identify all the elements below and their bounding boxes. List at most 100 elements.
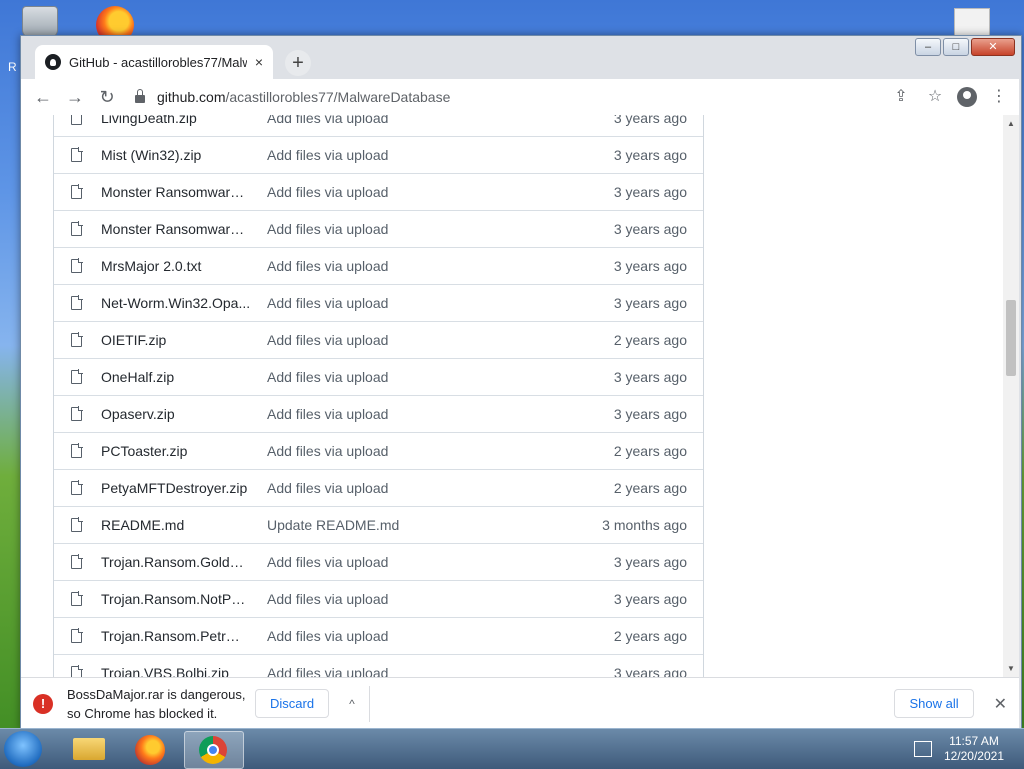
file-name-link[interactable]: Trojan.Ransom.PetrWr... [101, 628, 251, 644]
discard-button[interactable]: Discard [255, 689, 330, 718]
bookmark-star-icon[interactable]: ☆ [923, 85, 947, 109]
file-row[interactable]: PetyaMFTDestroyer.zip Add files via uploa… [54, 469, 703, 506]
file-name-link[interactable]: README.md [101, 517, 251, 533]
file-name-link[interactable]: Monster Ransomware ... [101, 184, 251, 200]
tab-close-icon[interactable]: × [255, 54, 263, 70]
maximize-button[interactable]: □ [943, 38, 969, 56]
file-row[interactable]: README.md Update README.md 3 months ago [54, 506, 703, 543]
commit-message-link[interactable]: Add files via upload [267, 554, 614, 570]
download-shelf: ! BossDaMajor.rar is dangerous, so Chrom… [21, 677, 1019, 729]
file-row[interactable]: LivingDeath.zip Add files via upload 3 yea… [54, 115, 703, 136]
file-row[interactable]: OIETIF.zip Add files via upload 2 years ag… [54, 321, 703, 358]
scroll-up-arrow-icon[interactable]: ▲ [1007, 119, 1015, 128]
commit-age: 3 years ago [613, 115, 687, 126]
commit-message-link[interactable]: Add files via upload [267, 480, 614, 496]
file-row[interactable]: Trojan.Ransom.Golden... Add files via upl… [54, 543, 703, 580]
commit-message-link[interactable]: Add files via upload [267, 184, 614, 200]
commit-age: 3 years ago [613, 258, 687, 274]
vertical-scrollbar[interactable]: ▲ ▼ [1003, 115, 1019, 677]
commit-message-link[interactable]: Add files via upload [267, 221, 614, 237]
file-row[interactable]: PCToaster.zip Add files via upload 2 years… [54, 432, 703, 469]
minimize-button[interactable]: – [915, 38, 941, 56]
file-icon [71, 443, 83, 458]
file-name-link[interactable]: LivingDeath.zip [101, 115, 251, 126]
file-row[interactable]: Opaserv.zip Add files via upload 3 years a… [54, 395, 703, 432]
taskbar-chrome[interactable] [184, 731, 244, 769]
file-name-link[interactable]: Net-Worm.Win32.Opa... [101, 295, 251, 311]
file-icon [71, 554, 83, 569]
recycle-bin-icon[interactable] [22, 6, 58, 38]
back-button[interactable]: ← [29, 83, 57, 111]
show-all-button[interactable]: Show all [894, 689, 974, 718]
file-name-link[interactable]: OneHalf.zip [101, 369, 251, 385]
file-icon [71, 221, 83, 236]
commit-message-link[interactable]: Add files via upload [267, 665, 614, 677]
commit-age: 3 years ago [613, 406, 687, 422]
start-button[interactable] [4, 731, 42, 767]
commit-message-link[interactable]: Add files via upload [267, 332, 614, 348]
scroll-down-arrow-icon[interactable]: ▼ [1007, 664, 1015, 673]
forward-button[interactable]: → [61, 83, 89, 111]
file-row[interactable]: Trojan.Ransom.NotPet... Add files via upl… [54, 580, 703, 617]
download-warning-line1: BossDaMajor.rar is dangerous, [67, 686, 246, 702]
browser-toolbar: ← → ↻ github.com /acastillorobles77/Malw… [21, 79, 1019, 115]
new-tab-button[interactable]: + [285, 50, 311, 76]
window-controls: – □ ✕ [915, 38, 1015, 56]
share-icon[interactable]: ⇪ [889, 85, 913, 109]
file-row[interactable]: OneHalf.zip Add files via upload 3 years a… [54, 358, 703, 395]
toolbar-actions: ⇪ ☆ ⋮ [889, 85, 1011, 109]
commit-message-link[interactable]: Add files via upload [267, 628, 614, 644]
file-row[interactable]: Net-Worm.Win32.Opa... Add files via uploa… [54, 284, 703, 321]
file-row[interactable]: Monster Ransomware.... Add files via uplo… [54, 210, 703, 247]
firefox-icon [135, 735, 165, 765]
commit-message-link[interactable]: Add files via upload [267, 443, 614, 459]
close-download-shelf-icon[interactable]: ✕ [994, 694, 1007, 714]
file-name-link[interactable]: PCToaster.zip [101, 443, 251, 459]
commit-message-link[interactable]: Add files via upload [267, 406, 614, 422]
file-row[interactable]: Trojan.Ransom.PetrWr... Add files via upl… [54, 617, 703, 654]
file-row[interactable]: MrsMajor 2.0.txt Add files via upload 3 ye… [54, 247, 703, 284]
chrome-window: – □ ✕ GitHub - acastillorobles77/Malware… [20, 35, 1022, 730]
desktop-icon-label: R [8, 60, 17, 74]
commit-age: 3 years ago [613, 295, 687, 311]
commit-age: 2 years ago [613, 480, 687, 496]
taskbar-firefox[interactable] [122, 731, 180, 767]
file-row[interactable]: Mist (Win32).zip Add files via upload 3 ye… [54, 136, 703, 173]
commit-message-link[interactable]: Add files via upload [267, 115, 614, 126]
file-name-link[interactable]: Opaserv.zip [101, 406, 251, 422]
file-name-link[interactable]: PetyaMFTDestroyer.zip [101, 480, 251, 496]
download-warning-line2: so Chrome has blocked it. [67, 705, 218, 721]
commit-message-link[interactable]: Add files via upload [267, 591, 614, 607]
file-icon [71, 115, 82, 125]
file-name-link[interactable]: MrsMajor 2.0.txt [101, 258, 251, 274]
profile-avatar-icon[interactable] [957, 87, 977, 107]
commit-message-link[interactable]: Add files via upload [267, 369, 614, 385]
file-name-link[interactable]: Mist (Win32).zip [101, 147, 251, 163]
file-name-link[interactable]: Trojan.Ransom.Golden... [101, 554, 251, 570]
browser-tab[interactable]: GitHub - acastillorobles77/MalwareDataba… [35, 45, 273, 79]
commit-message-link[interactable]: Add files via upload [267, 258, 614, 274]
file-name-link[interactable]: Trojan.Ransom.NotPet... [101, 591, 251, 607]
file-icon [71, 665, 83, 677]
network-tray-icon[interactable] [914, 741, 932, 757]
scrollbar-thumb[interactable] [1006, 300, 1016, 376]
file-name-link[interactable]: Trojan.VBS.Bolbi.zip [101, 665, 251, 677]
address-bar[interactable]: github.com /acastillorobles77/MalwareDat… [135, 83, 889, 111]
commit-message-link[interactable]: Add files via upload [267, 147, 614, 163]
file-name-link[interactable]: OIETIF.zip [101, 332, 251, 348]
close-window-button[interactable]: ✕ [971, 38, 1015, 56]
taskbar-explorer[interactable] [60, 731, 118, 767]
system-clock[interactable]: 11:57 AM 12/20/2021 [944, 734, 1004, 764]
commit-message-link[interactable]: Add files via upload [267, 295, 614, 311]
file-name-link[interactable]: Monster Ransomware.... [101, 221, 251, 237]
lock-icon[interactable] [135, 89, 145, 103]
file-icon [71, 628, 83, 643]
file-row[interactable]: Trojan.VBS.Bolbi.zip Add files via upload… [54, 654, 703, 677]
file-row[interactable]: Monster Ransomware ... Add files via uplo… [54, 173, 703, 210]
file-icon [71, 517, 83, 532]
commit-message-link[interactable]: Update README.md [267, 517, 602, 533]
chevron-up-icon[interactable]: ^ [349, 697, 355, 711]
reload-button[interactable]: ↻ [93, 83, 121, 111]
commit-age: 3 months ago [602, 517, 687, 533]
chrome-menu-icon[interactable]: ⋮ [987, 85, 1011, 109]
